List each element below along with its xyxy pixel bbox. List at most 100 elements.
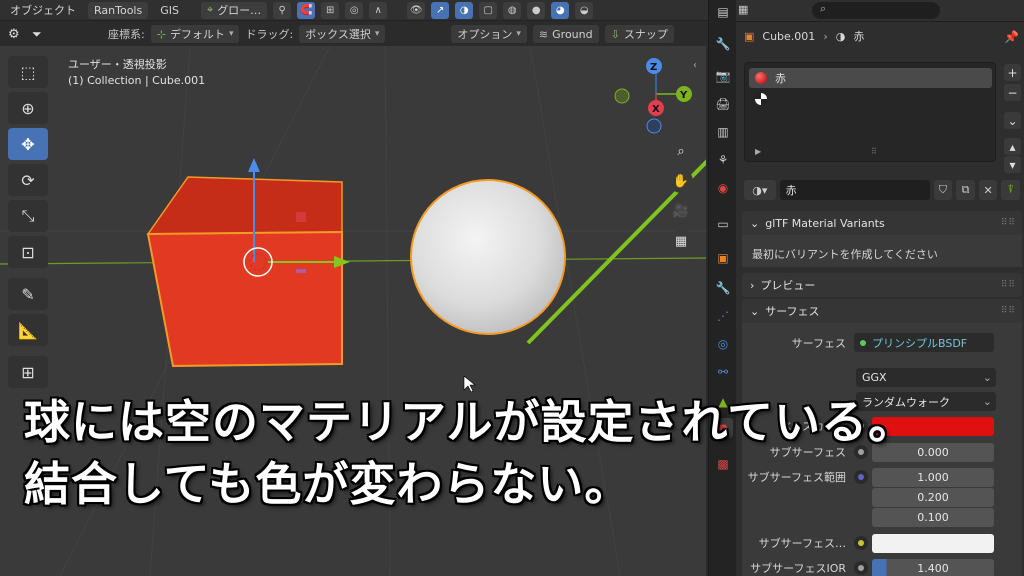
transform-orientation-dropdown[interactable]: ⌖ グロー… — [200, 1, 268, 19]
texture-tab-icon[interactable]: ▩ — [713, 454, 733, 474]
sphere — [410, 179, 566, 335]
overlay-toggle-icon[interactable]: ◑ — [455, 1, 474, 19]
expand-triangle-icon[interactable]: ▶ — [755, 147, 761, 156]
filter-icon[interactable]: ⏷ — [32, 27, 50, 42]
snap-target-icon[interactable]: ⊞ — [321, 1, 340, 19]
editor-view-icon[interactable]: ▦ — [738, 3, 748, 16]
tool-tab-icon[interactable]: 🔧 — [713, 34, 733, 54]
render-tab-icon[interactable]: 📷 — [713, 66, 733, 86]
duplicate-material-icon[interactable]: ⧉ — [956, 180, 975, 200]
material-slot-item[interactable]: 赤 — [749, 68, 992, 88]
xray-icon[interactable]: ▢ — [479, 1, 498, 19]
particles-tab-icon[interactable]: ⋰ — [713, 306, 733, 326]
scale-tool-icon[interactable]: ⤡ — [8, 200, 48, 232]
cursor-tool-icon[interactable]: ⊕ — [8, 92, 48, 124]
material-name-field[interactable]: 赤 — [779, 180, 930, 200]
panel-grip-icon[interactable]: ⠿⠿ — [1001, 218, 1016, 228]
rantools-menu[interactable]: RanTools — [88, 1, 149, 19]
material-slot-list[interactable]: 赤 ▶ ⠿ — [744, 62, 996, 162]
gizmo-toggle-icon[interactable]: ↗ — [431, 1, 450, 19]
distribution-dropdown[interactable]: GGX ⌄ — [856, 368, 996, 387]
constraints-tab-icon[interactable]: ⚯ — [713, 362, 733, 382]
subsurface-ior-socket-icon[interactable] — [854, 561, 868, 575]
visibility-icon[interactable]: 👁 — [407, 1, 426, 19]
ground-label: Ground — [552, 27, 593, 41]
properties-header: ⌕ ▦ — [736, 0, 1024, 22]
select-box-tool-icon[interactable]: ⬚ — [8, 56, 48, 88]
preview-panel-header[interactable]: › プレビュー ⠿⠿ — [742, 273, 1022, 297]
drag-mode-dropdown[interactable]: ボックス選択 ▾ — [299, 25, 386, 43]
view-layer-tab-icon[interactable]: ▥ — [713, 122, 733, 142]
object-tab-icon[interactable]: ▣ — [713, 248, 733, 268]
proportional-edit-icon[interactable]: ◎ — [345, 1, 364, 19]
zoom-icon[interactable]: ⌕ — [669, 139, 693, 163]
panel-grip-icon[interactable]: ⠿⠿ — [1001, 306, 1016, 316]
snap-toggle-icon[interactable]: 🧲 — [297, 1, 316, 19]
world-tab-icon[interactable]: ◉ — [713, 178, 733, 198]
slot-specials-button[interactable]: ⌄ — [1004, 112, 1021, 129]
list-resize-grip-icon[interactable]: ⠿ — [871, 147, 877, 156]
transform-tool-icon[interactable]: ⊡ — [8, 236, 48, 268]
pivot-icon[interactable]: ⚲ — [273, 1, 292, 19]
remove-slot-button[interactable]: − — [1004, 84, 1021, 101]
modifier-tab-icon[interactable]: 🔧 — [713, 278, 733, 298]
search-field[interactable]: ⌕ — [812, 2, 940, 19]
node-link-icon[interactable]: ⍒ — [1001, 180, 1020, 200]
surface-shader-value: プリンシプルBSDF — [872, 336, 968, 350]
move-tool-icon[interactable]: ✥ — [8, 128, 48, 160]
gizmo-plane-handle — [296, 212, 306, 222]
gizmo-plane-handle — [296, 269, 306, 273]
object-menu[interactable]: オブジェクト — [4, 2, 82, 19]
ground-button[interactable]: ≋ Ground — [532, 25, 599, 43]
output-tab-icon[interactable]: 🖨 — [713, 94, 733, 114]
editor-type-icon[interactable]: ▤ — [713, 2, 733, 22]
fake-user-shield-icon[interactable]: ⛉ — [933, 180, 953, 200]
subsurface-radius-z-field[interactable]: 0.100 — [872, 508, 994, 527]
wireframe-shading-icon[interactable]: ◍ — [503, 1, 522, 19]
coordinate-system-dropdown[interactable]: ⊹ デフォルト ▾ — [150, 25, 240, 43]
view-name-label: ユーザー・透視投影 — [68, 58, 167, 71]
camera-view-icon[interactable]: 🎥 — [669, 199, 693, 223]
measure-tool-icon[interactable]: 📐 — [8, 314, 48, 346]
subsurface-color-swatch[interactable] — [872, 534, 994, 553]
subsurface-radius-x-field[interactable]: 1.000 — [872, 468, 994, 487]
gltf-variants-panel-header[interactable]: ⌄ glTF Material Variants ⠿⠿ — [742, 211, 1022, 235]
move-slot-up-button[interactable]: ▴ — [1004, 138, 1021, 155]
scene-tab-icon[interactable]: ⚘ — [713, 150, 733, 170]
settings-gear-icon[interactable]: ⚙ — [8, 27, 26, 42]
panel-grip-icon[interactable]: ⠿⠿ — [1001, 280, 1016, 290]
collapse-chevron-icon[interactable]: ‹ — [693, 60, 697, 71]
chevron-down-icon: ▾ — [228, 29, 234, 39]
snap-button[interactable]: ⇩ スナップ — [604, 25, 674, 43]
cube-front-face — [146, 230, 343, 368]
annotate-tool-icon[interactable]: ✎ — [8, 278, 48, 310]
subtitle-line-1: 球には空のマテリアルが設定されている。 — [24, 395, 916, 449]
options-dropdown[interactable]: オプション ▾ — [451, 25, 527, 43]
add-cube-tool-icon[interactable]: ⊞ — [8, 356, 48, 388]
gltf-variants-panel-body: 最初にバリアントを作成してください — [742, 235, 1022, 267]
browse-material-button[interactable]: ◑▾ — [744, 180, 776, 200]
falloff-icon[interactable]: ∧ — [369, 1, 388, 19]
surface-shader-field[interactable]: プリンシプルBSDF — [854, 333, 994, 352]
move-slot-down-button[interactable]: ▾ — [1004, 156, 1021, 173]
rendered-shading-icon[interactable]: ◒ — [575, 1, 594, 19]
ortho-grid-icon[interactable]: ▦ — [669, 229, 693, 253]
subsurface-radius-socket-icon[interactable] — [854, 470, 868, 484]
material-slot-item[interactable] — [749, 89, 992, 109]
subsurface-color-socket-icon[interactable] — [854, 536, 868, 550]
subsurface-radius-y-field[interactable]: 0.200 — [872, 488, 994, 507]
surface-title: サーフェス — [765, 305, 820, 318]
rotate-tool-icon[interactable]: ⟳ — [8, 164, 48, 196]
gis-menu[interactable]: GIS — [154, 2, 185, 19]
solid-shading-icon[interactable]: ● — [527, 1, 546, 19]
pin-icon[interactable]: 📌 — [1004, 30, 1019, 44]
breadcrumb-separator-icon: › — [823, 29, 828, 43]
material-preview-shading-icon[interactable]: ◕ — [551, 1, 570, 19]
pan-hand-icon[interactable]: ✋ — [669, 169, 693, 193]
add-slot-button[interactable]: + — [1004, 64, 1021, 81]
collection-tab-icon[interactable]: ▭ — [713, 214, 733, 234]
unlink-material-icon[interactable]: ✕ — [978, 180, 998, 200]
surface-panel-header[interactable]: ⌄ サーフェス ⠿⠿ — [742, 299, 1022, 323]
subsurface-ior-field[interactable]: 1.400 — [872, 559, 994, 576]
physics-tab-icon[interactable]: ◎ — [713, 334, 733, 354]
